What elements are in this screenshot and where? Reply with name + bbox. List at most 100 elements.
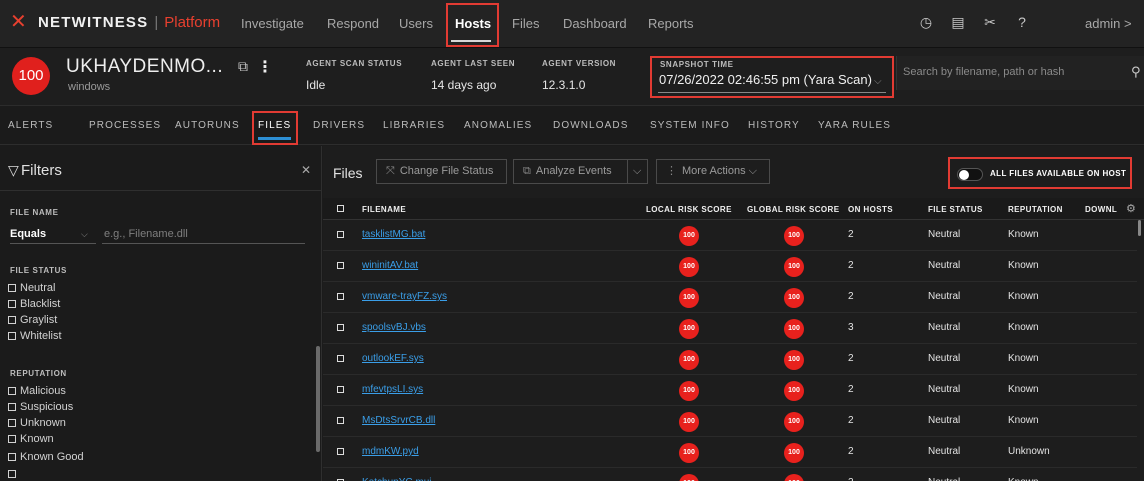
search-icon[interactable]: ⚲ xyxy=(1131,64,1141,80)
row-checkbox[interactable] xyxy=(337,262,344,269)
filename-link[interactable]: vmware-trayFZ.sys xyxy=(362,291,447,302)
agent-last-seen: 14 days ago xyxy=(431,78,497,92)
more-options-icon[interactable]: ⋮ xyxy=(257,57,273,77)
checkbox[interactable] xyxy=(8,403,16,411)
filename-link[interactable]: spoolsvBJ.vbs xyxy=(362,322,426,333)
file-status-blacklist[interactable]: Blacklist xyxy=(8,298,60,310)
col-local-risk-score[interactable]: LOCAL RISK SCORE xyxy=(646,205,732,214)
reputation-unknown[interactable]: Unknown xyxy=(8,417,66,429)
snapshot-time-select[interactable]: 07/26/2022 02:46:55 pm (Yara Scan) xyxy=(659,72,872,87)
nav-dashboard[interactable]: Dashboard xyxy=(563,16,627,31)
help-icon[interactable]: ? xyxy=(1014,14,1030,30)
nav-users[interactable]: Users xyxy=(399,16,433,31)
file-status-graylist[interactable]: Graylist xyxy=(8,314,57,326)
tab-processes[interactable]: PROCESSES xyxy=(89,120,161,131)
nav-reports[interactable]: Reports xyxy=(648,16,694,31)
table-row[interactable]: mfevtpsLI.sys 100 100 2 Neutral Known xyxy=(323,375,1137,406)
col-download[interactable]: DOWNL xyxy=(1085,205,1117,214)
reputation-suspicious[interactable]: Suspicious xyxy=(8,401,73,413)
open-external-icon[interactable]: ⧉ xyxy=(238,58,248,75)
filename-link[interactable]: tasklistMG.bat xyxy=(362,229,425,240)
table-row[interactable]: spoolsvBJ.vbs 100 100 3 Neutral Known xyxy=(323,313,1137,344)
nav-hosts[interactable]: Hosts xyxy=(455,16,491,31)
all-files-toggle[interactable] xyxy=(957,168,983,181)
checkbox[interactable] xyxy=(8,332,16,340)
file-status-neutral[interactable]: Neutral xyxy=(8,282,55,294)
col-on-hosts[interactable]: ON HOSTS xyxy=(848,205,893,214)
tab-autoruns[interactable]: AUTORUNS xyxy=(175,120,240,131)
user-menu[interactable]: admin > xyxy=(1085,16,1132,31)
col-global-risk-score[interactable]: GLOBAL RISK SCORE xyxy=(747,205,839,214)
checkbox[interactable] xyxy=(8,387,16,395)
settings-gear-icon[interactable]: ⚙ xyxy=(1126,202,1136,215)
search-input[interactable]: Search by filename, path or hash xyxy=(903,66,1064,78)
tab-yara-rules[interactable]: YARA RULES xyxy=(818,120,891,131)
timer-icon[interactable]: ◷ xyxy=(918,14,934,30)
select-all-checkbox[interactable] xyxy=(337,205,344,212)
file-name-input[interactable]: e.g., Filename.dll xyxy=(104,228,188,240)
row-checkbox[interactable] xyxy=(337,231,344,238)
all-files-toggle-control[interactable]: ALL FILES AVAILABLE ON HOST xyxy=(950,157,1133,189)
reputation-known-good[interactable]: Known Good xyxy=(8,451,84,463)
operator-select[interactable]: Equals xyxy=(10,228,46,240)
row-checkbox[interactable] xyxy=(337,448,344,455)
notes-icon[interactable]: ▤ xyxy=(950,14,966,30)
table-row[interactable]: outlookEF.sys 100 100 2 Neutral Known xyxy=(323,344,1137,375)
tab-history[interactable]: HISTORY xyxy=(748,120,800,131)
tab-alerts[interactable]: ALERTS xyxy=(8,120,53,131)
filename-link[interactable]: mdmKW.pyd xyxy=(362,446,419,457)
nav-investigate[interactable]: Investigate xyxy=(241,16,304,31)
file-status-whitelist[interactable]: Whitelist xyxy=(8,330,62,342)
row-checkbox[interactable] xyxy=(337,324,344,331)
row-checkbox[interactable] xyxy=(337,293,344,300)
checkbox[interactable] xyxy=(8,470,16,478)
checkbox[interactable] xyxy=(8,284,16,292)
tab-drivers[interactable]: DRIVERS xyxy=(313,120,365,131)
more-actions-button[interactable]: ⋮ More Actions ⌵ xyxy=(656,159,770,184)
tab-libraries[interactable]: LIBRARIES xyxy=(383,120,445,131)
col-reputation[interactable]: REPUTATION xyxy=(1008,205,1063,214)
checkbox[interactable] xyxy=(8,453,16,461)
reputation-next[interactable] xyxy=(8,468,20,480)
table-row[interactable]: mdmKW.pyd 100 100 2 Neutral Unknown xyxy=(323,437,1137,468)
table-row[interactable]: wininitAV.bat 100 100 2 Neutral Known xyxy=(323,251,1137,282)
table-row[interactable]: KetchupYC.mui 100 100 2 Neutral Known xyxy=(323,468,1137,481)
filename-link[interactable]: KetchupYC.mui xyxy=(362,477,431,481)
analyze-events-button[interactable]: ⧉ Analyze Events xyxy=(513,159,628,184)
col-file-status[interactable]: FILE STATUS xyxy=(928,205,983,214)
table-row[interactable]: MsDtsSrvrCB.dll 100 100 2 Neutral Known xyxy=(323,406,1137,437)
filename-link[interactable]: outlookEF.sys xyxy=(362,353,424,364)
reputation-malicious[interactable]: Malicious xyxy=(8,385,66,397)
host-search[interactable]: Search by filename, path or hash ⚲ xyxy=(896,56,1144,90)
checkbox[interactable] xyxy=(8,300,16,308)
chevron-down-icon[interactable]: ⌵ xyxy=(874,76,882,87)
row-checkbox[interactable] xyxy=(337,355,344,362)
row-checkbox[interactable] xyxy=(337,417,344,424)
table-row[interactable]: vmware-trayFZ.sys 100 100 2 Neutral Known xyxy=(323,282,1137,313)
chevron-down-icon[interactable]: ⌵ xyxy=(81,229,88,240)
change-file-status-button[interactable]: ⤧ Change File Status xyxy=(376,159,507,184)
filename-link[interactable]: wininitAV.bat xyxy=(362,260,418,271)
tab-system-info[interactable]: SYSTEM INFO xyxy=(650,120,730,131)
filters-scrollbar[interactable] xyxy=(316,346,320,452)
tab-downloads[interactable]: DOWNLOADS xyxy=(553,120,628,131)
checkbox[interactable] xyxy=(8,316,16,324)
nav-respond[interactable]: Respond xyxy=(327,16,379,31)
row-checkbox[interactable] xyxy=(337,386,344,393)
brand-logo[interactable]: ✕ NETWITNESS | Platform xyxy=(10,12,221,32)
files-scrollbar[interactable] xyxy=(1138,220,1141,236)
close-icon[interactable]: ✕ xyxy=(301,163,311,177)
filename-link[interactable]: mfevtpsLI.sys xyxy=(362,384,423,395)
tools-icon[interactable]: ✂ xyxy=(982,14,998,30)
checkbox[interactable] xyxy=(8,419,16,427)
table-row[interactable]: tasklistMG.bat 100 100 2 Neutral Known xyxy=(323,220,1137,251)
brand-platform: Platform xyxy=(164,13,221,31)
tab-anomalies[interactable]: ANOMALIES xyxy=(464,120,532,131)
analyze-events-dropdown[interactable]: ⌵ xyxy=(627,159,648,184)
tab-files[interactable]: FILES xyxy=(258,120,291,131)
filename-link[interactable]: MsDtsSrvrCB.dll xyxy=(362,415,435,426)
nav-files[interactable]: Files xyxy=(512,16,539,31)
col-filename[interactable]: FILENAME xyxy=(362,205,406,214)
checkbox[interactable] xyxy=(8,435,16,443)
reputation-known[interactable]: Known xyxy=(8,433,54,445)
